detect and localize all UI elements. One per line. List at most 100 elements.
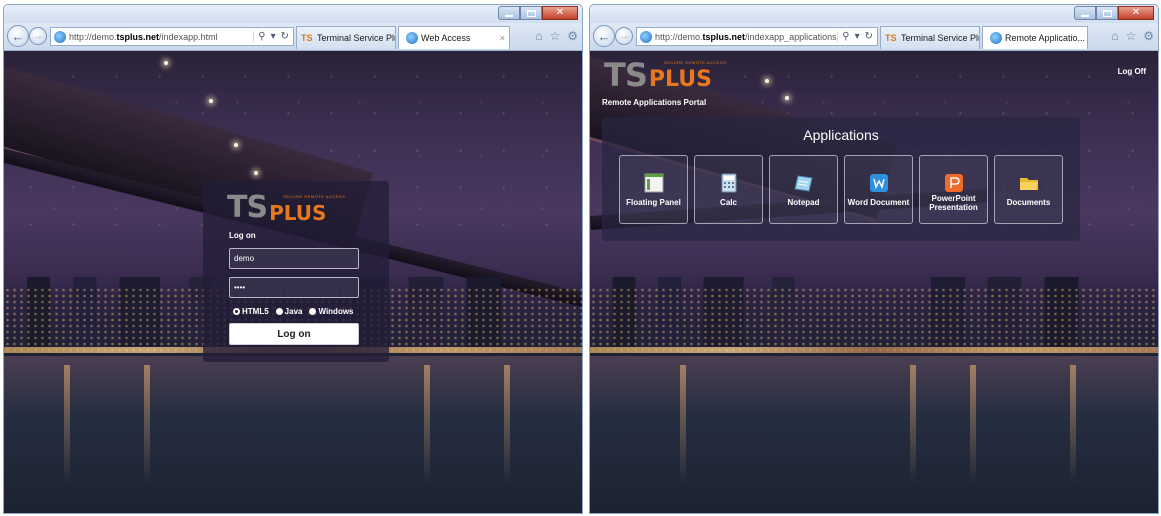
back-button[interactable]: ← [593,25,615,47]
app-tile-calc[interactable]: Calc [694,155,763,224]
address-bar[interactable]: http://demo.tsplus.net/indexapp.html ⚲ ▾… [50,27,294,46]
powerpoint-icon [945,174,963,192]
water-reflection [680,365,686,486]
logo-tagline: SECURE REMOTE ACCESS [664,60,727,65]
tab-label: Web Access [421,33,471,43]
forward-button[interactable]: → [615,27,633,45]
app-tile-powerpoint-presentation[interactable]: PowerPoint Presentation [919,155,988,224]
close-window-button[interactable]: ✕ [542,6,578,20]
calculator-icon [721,173,737,193]
title-bar: ✕ [4,5,582,23]
address-tools: ⚲ ▾ ↻ [253,31,293,42]
app-tile-notepad[interactable]: Notepad [769,155,838,224]
water-reflection [910,365,916,486]
back-button[interactable]: ← [7,25,29,47]
app-tile-documents[interactable]: Documents [994,155,1063,224]
bridge-lamp [234,143,238,147]
close-window-button[interactable]: ✕ [1118,6,1154,20]
settings-gear-icon[interactable]: ⚙ [1143,29,1154,43]
tab-close-icon[interactable]: × [1085,33,1087,43]
refresh-icon[interactable]: ↻ [865,31,873,42]
radio-icon [275,308,283,315]
ie-icon [990,32,1002,44]
radio-label: Windows [318,307,354,316]
background-shoreline [590,346,1158,353]
close-icon: ✕ [555,7,565,18]
favorites-star-icon[interactable]: ☆ [549,29,560,43]
dropdown-icon[interactable]: ▾ [271,31,276,42]
tab-web-access[interactable]: Web Access × [398,26,510,49]
app-tile-word-document[interactable]: Word Document [844,155,913,224]
water-reflection [64,365,70,486]
maximize-icon [526,9,536,17]
refresh-icon[interactable]: ↻ [281,31,289,42]
minimize-icon [1081,14,1089,17]
address-url: http://demo.tsplus.net/indexapp_applicat… [655,31,837,42]
forward-button[interactable]: → [29,27,47,45]
page-viewport: TS PLUS SECURE REMOTE ACCESS Remote Appl… [590,51,1158,513]
app-tile-floating-panel[interactable]: Floating Panel [619,155,688,224]
radio-java[interactable]: Java [275,307,302,316]
settings-gear-icon[interactable]: ⚙ [567,29,578,43]
tab-label: Remote Applicatio... [1005,33,1086,43]
window-controls: ✕ [1074,6,1154,20]
folder-icon [1020,178,1038,190]
username-input[interactable] [229,248,359,269]
maximize-button[interactable] [1096,6,1118,20]
maximize-icon [1102,9,1112,17]
radio-icon [309,308,317,315]
log-on-button[interactable]: Log on [229,323,359,345]
back-arrow-icon: ← [11,28,25,44]
notepad-icon [794,175,813,192]
dropdown-icon[interactable]: ▾ [855,31,860,42]
favorites-star-icon[interactable]: ☆ [1125,29,1136,43]
app-tile-label: Calc [720,198,737,207]
browser-window-login: ✕ ← → http://demo.tsplus.net/indexapp.ht… [3,4,583,514]
forward-arrow-icon: → [33,30,43,42]
app-tile-label: Notepad [787,198,820,207]
tsplus-logo: TS PLUS SECURE REMOTE ACCESS [227,193,345,224]
bridge-lamp [164,61,168,65]
tab-terminal-service-plus[interactable]: TS Terminal Service Plus ... [880,26,980,49]
water-reflection [1070,365,1076,486]
home-icon[interactable]: ⌂ [535,29,542,43]
tab-terminal-service-plus[interactable]: TS Terminal Service Plus ... [296,26,396,49]
maximize-button[interactable] [520,6,542,20]
radio-selected-icon [233,308,240,315]
minimize-button[interactable] [498,6,520,20]
tab-remote-applications[interactable]: Remote Applicatio... × [982,26,1088,49]
close-icon: ✕ [1131,7,1141,18]
password-input[interactable] [229,277,359,298]
background-city-lights [590,286,1158,352]
browser-toolbar-icons: ⌂ ☆ ⚙ [535,29,578,43]
address-bar[interactable]: http://demo.tsplus.net/indexapp_applicat… [636,27,878,46]
applications-panel: Applications Floating Panel Calc Notepad… [602,117,1080,241]
logo-plus: PLUS [648,67,712,92]
bridge-lamp [254,171,258,175]
tsplus-icon: TS [301,32,313,43]
address-url: http://demo.tsplus.net/indexapp.html [69,31,218,42]
login-panel: TS PLUS SECURE REMOTE ACCESS Log on HTML… [203,181,389,362]
radio-html5[interactable]: HTML5 [233,307,269,316]
window-controls: ✕ [498,6,578,20]
home-icon[interactable]: ⌂ [1111,29,1118,43]
search-icon[interactable]: ⚲ [258,31,265,42]
background-water [4,355,582,513]
bridge-lamp [785,96,789,100]
address-tools: ⚲ ▾ ↻ [837,31,877,42]
forward-arrow-icon: → [619,30,629,42]
search-icon[interactable]: ⚲ [842,31,849,42]
title-bar: ✕ [590,5,1158,23]
radio-windows[interactable]: Windows [309,307,354,316]
tab-label: Terminal Service Plus ... [317,33,395,43]
navigation-bar: ← → http://demo.tsplus.net/indexapp.html… [4,23,582,51]
applications-heading: Applications [803,127,879,143]
logo-tagline: SECURE REMOTE ACCESS [283,194,346,199]
page-viewport: TS PLUS SECURE REMOTE ACCESS Log on HTML… [4,51,582,513]
water-reflection [970,365,976,486]
minimize-button[interactable] [1074,6,1096,20]
minimize-icon [505,14,513,17]
log-off-link[interactable]: Log Off [1118,67,1146,76]
browser-toolbar-icons: ⌂ ☆ ⚙ [1111,29,1154,43]
tab-close-icon[interactable]: × [496,33,505,43]
